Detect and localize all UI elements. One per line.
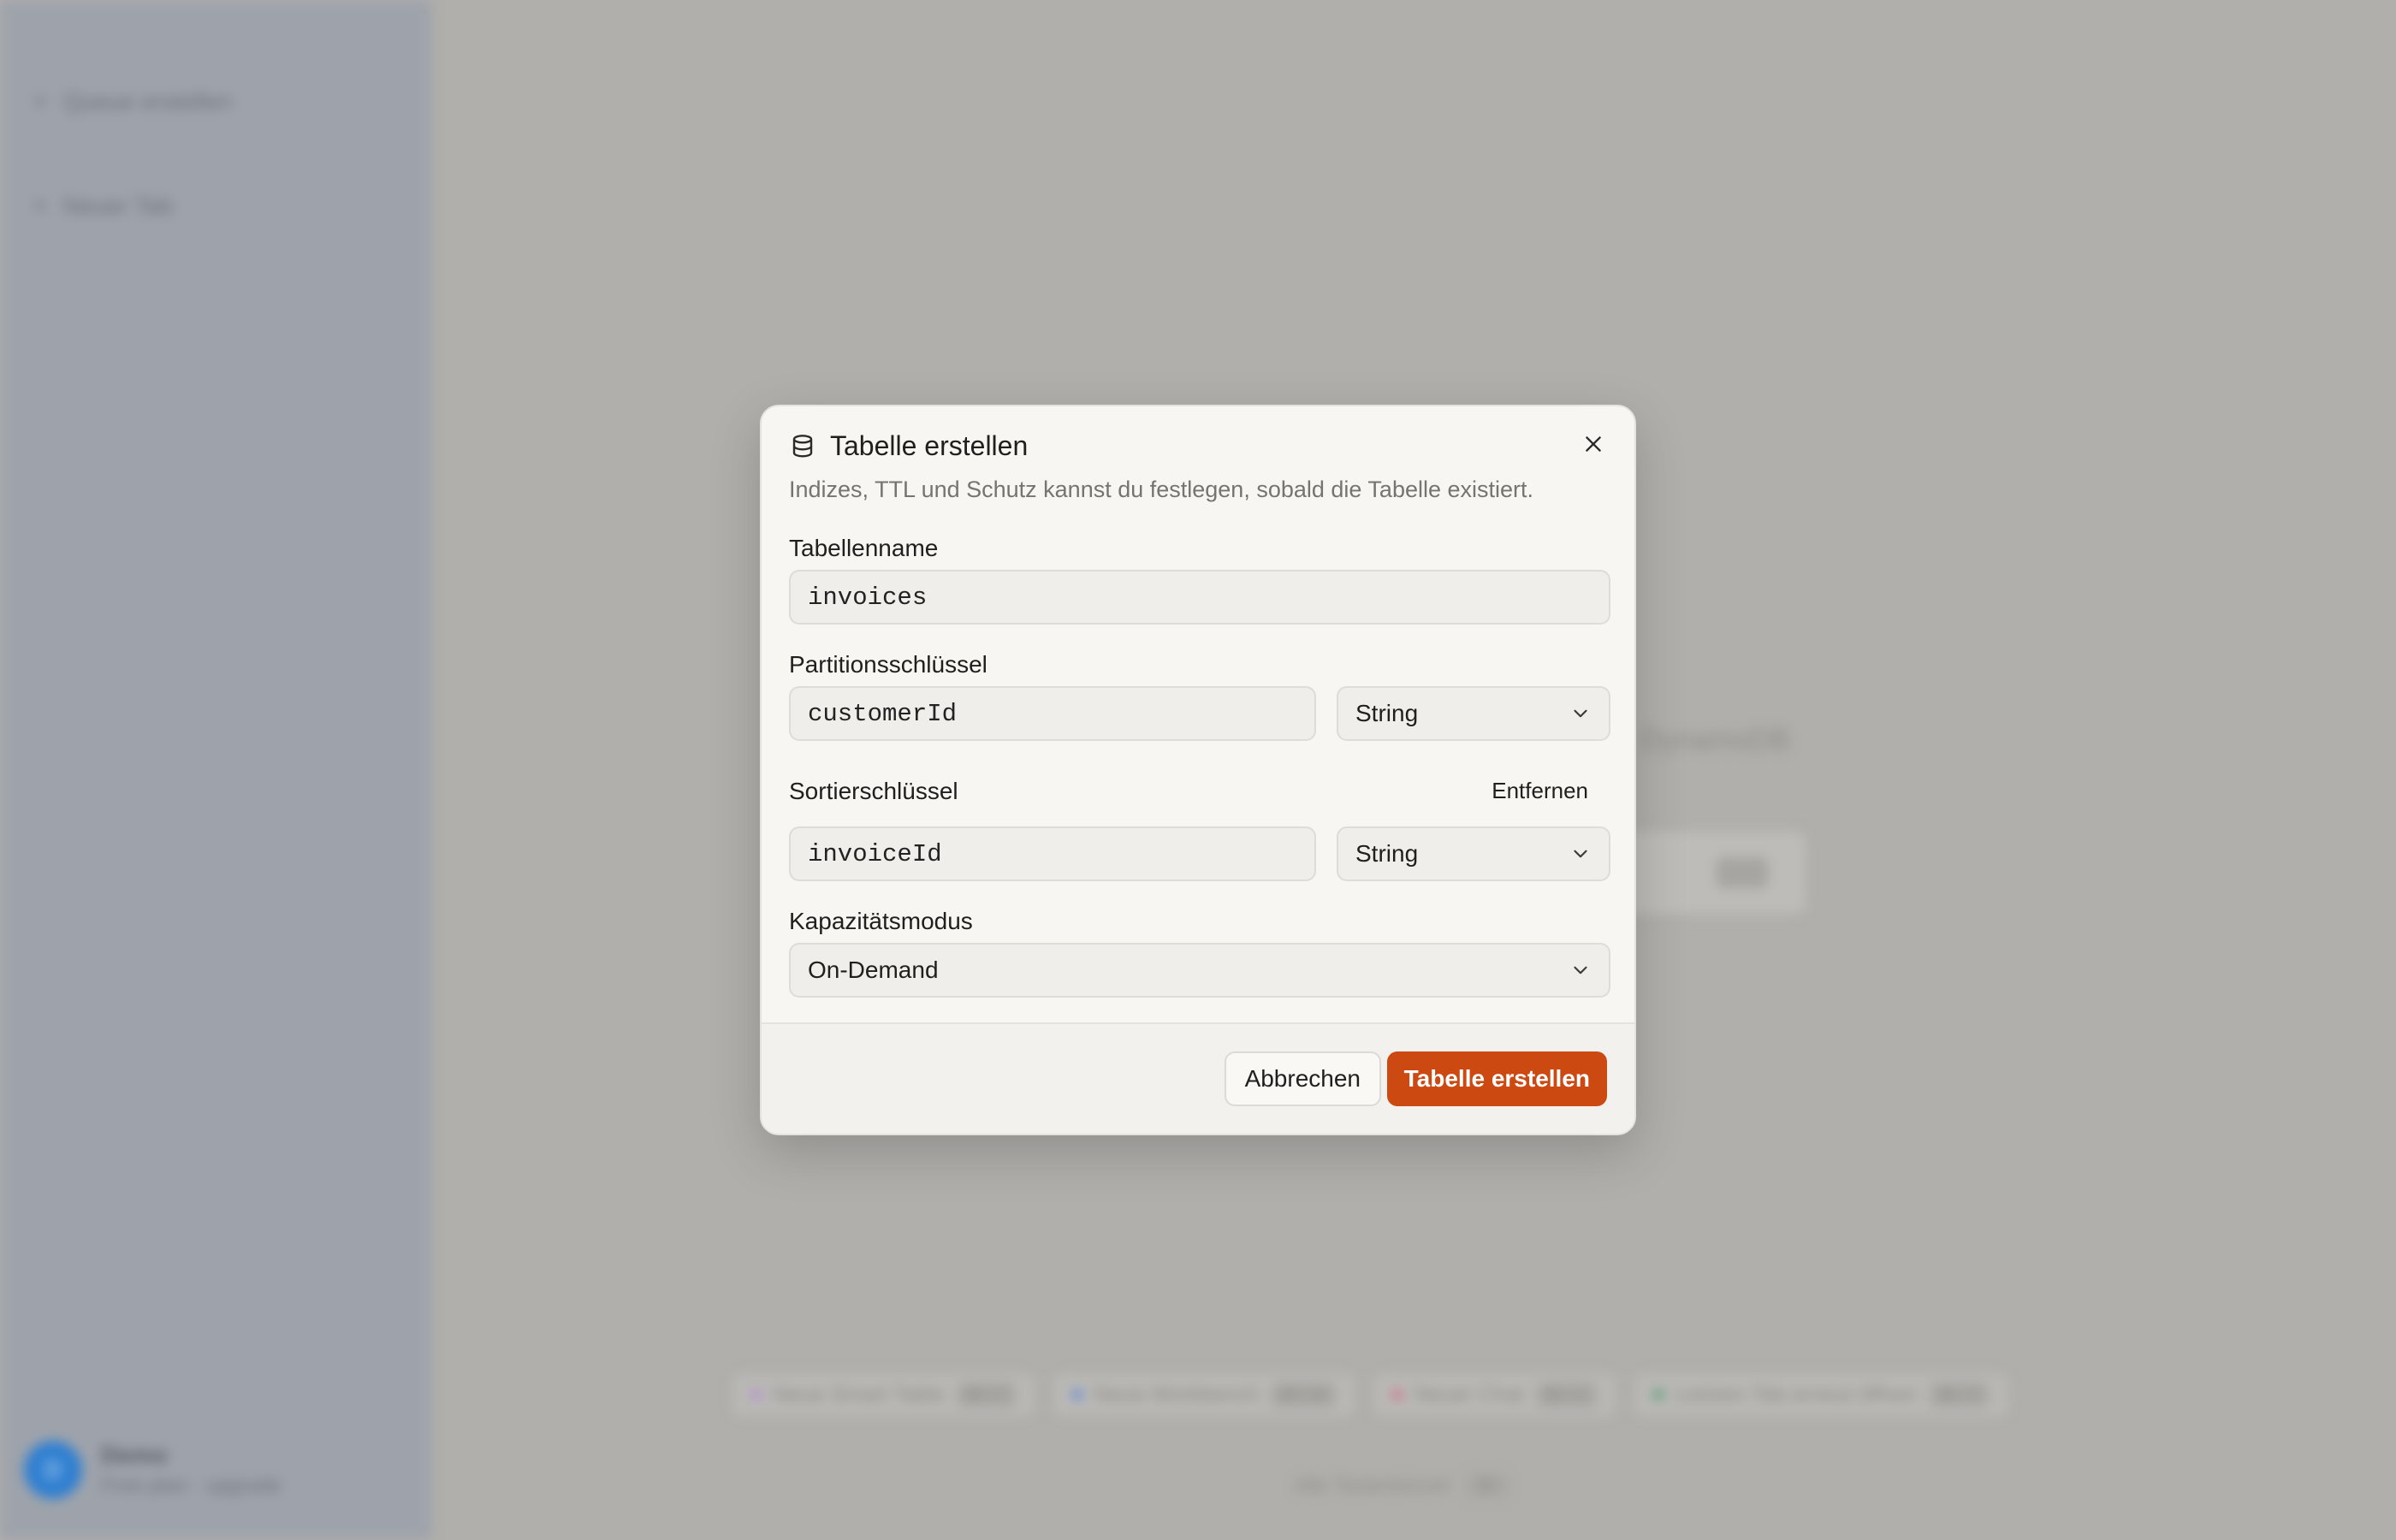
sidebar: + Queue erstellen + Neuer Tab D Demo Fre…: [0, 0, 431, 1540]
dot-icon: [1071, 1389, 1082, 1400]
table-name-label: Tabellenname: [789, 535, 939, 561]
dot-icon: [1653, 1389, 1664, 1400]
plus-icon: +: [33, 192, 48, 220]
shortcut-badge: ⌘⇧T: [956, 1382, 1016, 1407]
create-table-dialog: Tabelle erstellen Indizes, TTL und Schut…: [760, 405, 1636, 1135]
database-icon: [792, 434, 813, 458]
table-name-value: invoices: [808, 583, 928, 612]
sidebar-item-label: Neuer Tab: [62, 192, 174, 219]
sidebar-item-new-queue[interactable]: + Queue erstellen: [33, 87, 232, 116]
user-plan: Free plan · upgrade: [101, 1474, 282, 1497]
user-name: Demo: [101, 1442, 168, 1468]
close-button[interactable]: [1575, 425, 1612, 463]
capacity-mode-select[interactable]: On-Demand: [789, 943, 1610, 998]
plus-icon: +: [33, 87, 48, 116]
brand-text: DynamoDB: [1641, 724, 1790, 756]
sort-key-value: invoiceId: [808, 839, 942, 868]
quick-actions: Neue Smart Table ⌘⇧T Neue Workbench ⌘⇧W …: [715, 1365, 2119, 1424]
sort-key-type-select[interactable]: String: [1337, 826, 1610, 881]
sort-key-type-value: String: [1355, 840, 1419, 867]
dialog-header: Tabelle erstellen: [789, 430, 1028, 462]
remove-sort-key-button[interactable]: Entfernen: [1492, 778, 1588, 804]
table-name-input[interactable]: invoices: [789, 570, 1610, 625]
quick-action-label: Letzten Tab erneut öffnen: [1675, 1382, 1918, 1407]
shortcut-badge: ⌘⇧W: [1271, 1382, 1336, 1407]
quick-action-reopen-tab[interactable]: Letzten Tab erneut öffnen ⌘⇧T: [1634, 1373, 2008, 1416]
user-profile[interactable]: D Demo Free plan · upgrade: [24, 1441, 282, 1499]
sidebar-item-new-tab[interactable]: + Neuer Tab: [33, 192, 173, 221]
quick-action-label: Neue Workbench: [1094, 1382, 1260, 1407]
create-table-button[interactable]: Tabelle erstellen: [1386, 1051, 1607, 1106]
partition-key-type-value: String: [1355, 700, 1419, 726]
app-root: + Queue erstellen + Neuer Tab D Demo Fre…: [0, 0, 2396, 1540]
partition-key-input[interactable]: customerId: [789, 686, 1316, 741]
sort-key-input[interactable]: invoiceId: [789, 826, 1316, 881]
quick-action-smart-table[interactable]: Neue Smart Table ⌘⇧T: [732, 1373, 1035, 1416]
dot-icon: [1391, 1389, 1403, 1400]
chevron-down-icon: [1574, 850, 1587, 858]
dot-icon: [751, 1389, 762, 1400]
shortcut-hint-label: Alle Tastenkürzel: [1294, 1473, 1449, 1497]
shortcut-badge: ⌘/: [1465, 1473, 1509, 1498]
cancel-button[interactable]: Abbrechen: [1224, 1051, 1381, 1106]
chevron-down-icon: [1574, 966, 1587, 974]
quick-action-chat[interactable]: Neuer Chat ⌘⇧C: [1373, 1373, 1616, 1416]
dialog-title: Tabelle erstellen: [830, 430, 1029, 461]
partition-key-label: Partitionsschlüssel: [789, 651, 987, 678]
shortcut-badge: ⌘⇧C: [1535, 1382, 1598, 1407]
shortcut-hint[interactable]: Alle Tastenkürzel ⌘/: [1294, 1473, 1509, 1498]
chevron-down-icon: [1574, 709, 1587, 718]
quick-action-label: Neuer Chat: [1414, 1382, 1524, 1407]
close-icon: [1586, 436, 1601, 452]
capacity-mode-label: Kapazitätsmodus: [789, 908, 973, 934]
partition-key-type-select[interactable]: String: [1337, 686, 1610, 741]
capacity-mode-value: On-Demand: [808, 957, 939, 983]
quick-action-label: Neue Smart Table: [774, 1382, 945, 1407]
sidebar-item-label: Queue erstellen: [62, 88, 233, 115]
dialog-description: Indizes, TTL und Schutz kannst du festle…: [789, 477, 1534, 502]
partition-key-value: customerId: [808, 699, 958, 728]
avatar: D: [24, 1441, 82, 1499]
sort-key-label: Sortierschlüssel: [789, 778, 958, 804]
shortcut-badge: [1717, 857, 1768, 888]
quick-action-workbench[interactable]: Neue Workbench ⌘⇧W: [1053, 1373, 1355, 1416]
shortcut-badge: ⌘⇧T: [1929, 1382, 1989, 1407]
dialog-footer: Abbrechen Tabelle erstellen: [762, 1022, 1634, 1134]
